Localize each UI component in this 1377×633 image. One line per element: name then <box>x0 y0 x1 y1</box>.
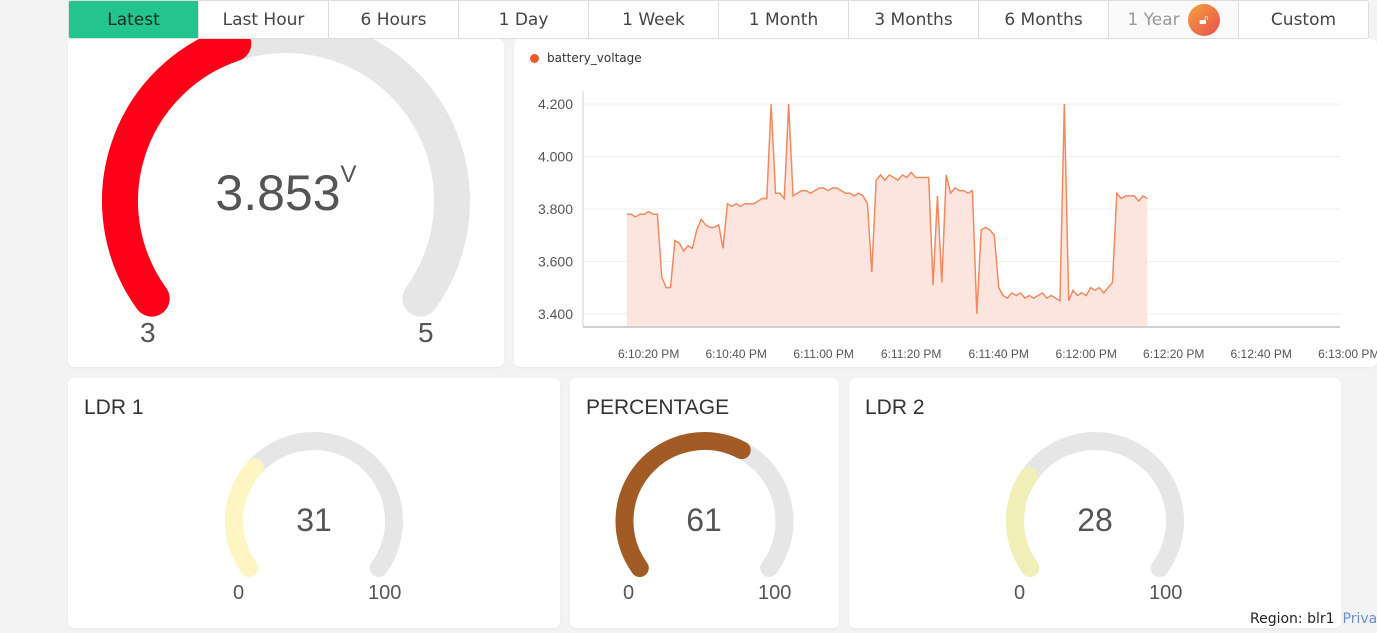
range-label: Latest <box>107 9 160 30</box>
range-1-year[interactable]: 1 Year 🔓︎ <box>1108 1 1238 38</box>
series-area <box>626 104 1148 327</box>
gauge-fill <box>1006 466 1040 578</box>
range-6-months[interactable]: 6 Months <box>978 1 1108 38</box>
range-label: 6 Months <box>1004 9 1083 30</box>
range-1-week[interactable]: 1 Week <box>588 1 718 38</box>
gauge-value: 31 <box>296 502 332 538</box>
gauge-max: 100 <box>368 582 402 604</box>
x-tick-label: 6:10:40 PM <box>705 347 766 361</box>
x-tick-label: 6:13:00 PM <box>1318 347 1377 361</box>
privacy-link[interactable]: Privacy <box>1343 611 1377 627</box>
gauge-fill <box>225 458 264 578</box>
gauge-max: 5 <box>418 317 434 348</box>
range-1-month[interactable]: 1 Month <box>718 1 848 38</box>
x-tick-label: 6:12:40 PM <box>1231 347 1292 361</box>
range-1-day[interactable]: 1 Day <box>458 1 588 38</box>
range-last-hour[interactable]: Last Hour <box>198 1 328 38</box>
range-label: Custom <box>1270 9 1337 30</box>
ldr1-card: LDR 1 31 0 100 <box>68 378 560 628</box>
gauge-value-box: 3.853V <box>186 161 386 222</box>
range-label: 1 Year <box>1127 9 1180 30</box>
y-tick-label: 3.400 <box>538 306 573 322</box>
lock-icon: 🔓︎ <box>1187 3 1220 36</box>
time-range-bar: Latest Last Hour 6 Hours 1 Day 1 Week 1 … <box>68 0 1369 39</box>
range-label: 6 Hours <box>360 9 427 30</box>
battery-voltage-chart[interactable]: 4.200 4.000 3.800 3.600 3.400 6:10:20 PM 6:10:… <box>514 39 1377 367</box>
range-label: Last Hour <box>222 9 305 30</box>
y-tick-label: 4.200 <box>538 96 573 112</box>
gauge-min: 3 <box>140 317 156 348</box>
range-latest[interactable]: Latest <box>69 1 198 38</box>
x-tick-label: 6:10:20 PM <box>618 347 679 361</box>
range-6-hours[interactable]: 6 Hours <box>328 1 458 38</box>
gauge-max: 100 <box>758 582 792 604</box>
gauge-min: 0 <box>623 582 635 604</box>
gauge-value: 61 <box>686 502 722 538</box>
range-label: 1 Week <box>622 9 685 30</box>
x-tick-label: 6:11:20 PM <box>881 347 941 361</box>
range-label: 1 Day <box>498 9 549 30</box>
x-tick-label: 6:12:00 PM <box>1056 347 1117 361</box>
y-tick-label: 4.000 <box>538 149 573 165</box>
gauge-max: 100 <box>1149 582 1183 604</box>
x-tick-label: 6:11:40 PM <box>968 347 1028 361</box>
gauge-value: 28 <box>1077 502 1113 538</box>
range-3-months[interactable]: 3 Months <box>848 1 978 38</box>
gauge-min: 0 <box>233 582 245 604</box>
ldr2-card: LDR 2 28 0 100 <box>849 378 1341 628</box>
y-tick-label: 3.800 <box>538 201 573 217</box>
battery-chart-card: battery_voltage 4.200 4.000 3.800 3.600 3.40… <box>514 39 1377 367</box>
x-tick-label: 6:12:20 PM <box>1143 347 1204 361</box>
percentage-card: PERCENTAGE 61 0 100 <box>570 378 839 628</box>
footer: Region: blr1 Privacy <box>1250 611 1377 627</box>
range-label: 3 Months <box>874 9 953 30</box>
gauge-value: 3.853 <box>215 165 341 221</box>
gauge-unit: V <box>340 161 357 188</box>
range-custom[interactable]: Custom <box>1238 1 1368 38</box>
x-tick-label: 6:11:00 PM <box>793 347 853 361</box>
y-tick-label: 3.600 <box>538 253 573 269</box>
battery-gauge-card: 3.853V 3 5 <box>68 39 504 367</box>
range-label: 1 Month <box>748 9 819 30</box>
region-label: Region: blr1 <box>1250 611 1335 627</box>
gauge-min: 0 <box>1014 582 1026 604</box>
